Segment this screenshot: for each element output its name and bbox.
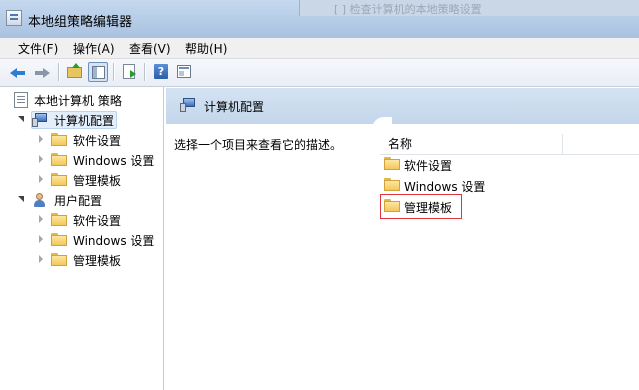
background-window-strip[interactable]: [ ] 检查计算机的本地策略设置 (299, 0, 639, 16)
red-highlight-box (380, 194, 462, 219)
help-button[interactable]: ? (151, 62, 171, 82)
title-bar: 本地组策略编辑器 [ ] 检查计算机的本地策略设置 (0, 0, 639, 38)
export-list-button[interactable] (120, 62, 140, 82)
tree-item-label: 软件设置 (73, 134, 122, 148)
show-hide-tree-icon (92, 66, 105, 79)
folder-icon (51, 173, 67, 186)
folder-icon (51, 133, 67, 146)
tree-item-label: 本地计算机 策略 (34, 94, 122, 108)
tree-item-label: 用户配置 (54, 194, 103, 208)
up-one-level-button[interactable] (65, 62, 85, 82)
details-title: 计算机配置 (204, 100, 265, 114)
column-header-name[interactable]: 名称 (380, 130, 639, 155)
folder-icon (51, 213, 67, 226)
folder-icon (384, 178, 400, 191)
collapse-arrow-icon[interactable] (39, 155, 43, 163)
expand-arrow-icon[interactable] (18, 116, 24, 122)
toolbar-separator (113, 63, 115, 81)
app-icon (6, 10, 22, 26)
console-tree: 本地计算机 策略 计算机配置 软件设置 Windows 设置 管理模板 用户配置… (0, 87, 164, 390)
tree-item-label: 管理模板 (73, 174, 122, 188)
tree-item-software-settings[interactable]: 软件设置 (0, 131, 160, 149)
folder-icon (51, 253, 67, 266)
window-title: 本地组策略编辑器 (28, 15, 133, 30)
computer-icon (32, 113, 48, 127)
show-hide-console-tree-button[interactable] (88, 62, 108, 82)
expand-arrow-icon[interactable] (18, 196, 24, 202)
help-icon: ? (154, 64, 168, 79)
tree-item-windows-settings[interactable]: Windows 设置 (0, 151, 160, 169)
folder-icon (51, 153, 67, 166)
menu-bar: 文件(F) 操作(A) 查看(V) 帮助(H) (0, 38, 639, 59)
up-folder-icon (67, 63, 82, 78)
description-text: 选择一个项目来查看它的描述。 (174, 138, 343, 152)
forward-button[interactable] (34, 62, 54, 82)
collapse-arrow-icon[interactable] (39, 175, 43, 183)
tree-item-user-config[interactable]: 用户配置 (0, 191, 160, 209)
tree-item-label: 计算机配置 (54, 114, 115, 128)
folder-icon (384, 157, 400, 170)
toolbar: ? (0, 59, 639, 87)
collapse-arrow-icon[interactable] (39, 135, 43, 143)
collapse-arrow-icon[interactable] (39, 215, 43, 223)
list-item-windows-settings[interactable]: Windows 设置 (380, 175, 630, 195)
menu-file[interactable]: 文件(F) (18, 40, 58, 57)
toolbar-separator (58, 63, 60, 81)
tree-item-label: 软件设置 (73, 214, 122, 228)
policy-document-icon (14, 92, 28, 108)
tree-item-label: Windows 设置 (73, 154, 155, 168)
tree-item-admin-templates[interactable]: 管理模板 (0, 251, 160, 269)
back-button[interactable] (10, 62, 30, 82)
collapse-arrow-icon[interactable] (39, 255, 43, 263)
tree-item-root[interactable]: 本地计算机 策略 (0, 91, 160, 109)
computer-icon (180, 98, 196, 112)
user-icon (32, 192, 48, 208)
menu-help[interactable]: 帮助(H) (185, 40, 227, 57)
menu-action[interactable]: 操作(A) (73, 40, 115, 57)
forward-icon (34, 68, 50, 78)
column-header-label: 名称 (388, 137, 413, 151)
properties-button[interactable] (174, 62, 194, 82)
tree-item-software-settings[interactable]: 软件设置 (0, 211, 160, 229)
tree-item-admin-templates[interactable]: 管理模板 (0, 171, 160, 189)
column-divider[interactable] (562, 134, 563, 154)
toolbar-separator (144, 63, 146, 81)
export-list-icon (123, 64, 136, 79)
list-item-software-settings[interactable]: 软件设置 (380, 154, 630, 174)
background-window-text: [ ] 检查计算机的本地策略设置 (334, 3, 482, 16)
tree-item-computer-config[interactable]: 计算机配置 (0, 111, 160, 129)
list-item-label: Windows 设置 (404, 180, 486, 194)
description-panel: 选择一个项目来查看它的描述。 (166, 124, 374, 390)
tree-item-label: Windows 设置 (73, 234, 155, 248)
menu-view[interactable]: 查看(V) (129, 40, 171, 57)
tree-item-label: 管理模板 (73, 254, 122, 268)
details-header: 计算机配置 (166, 88, 639, 124)
properties-icon (177, 65, 191, 78)
list-item-label: 软件设置 (404, 159, 453, 173)
tree-item-windows-settings[interactable]: Windows 设置 (0, 231, 160, 249)
back-icon (10, 68, 26, 78)
collapse-arrow-icon[interactable] (39, 235, 43, 243)
item-list: 名称 软件设置 Windows 设置 管理模板 (374, 124, 639, 390)
folder-icon (51, 233, 67, 246)
